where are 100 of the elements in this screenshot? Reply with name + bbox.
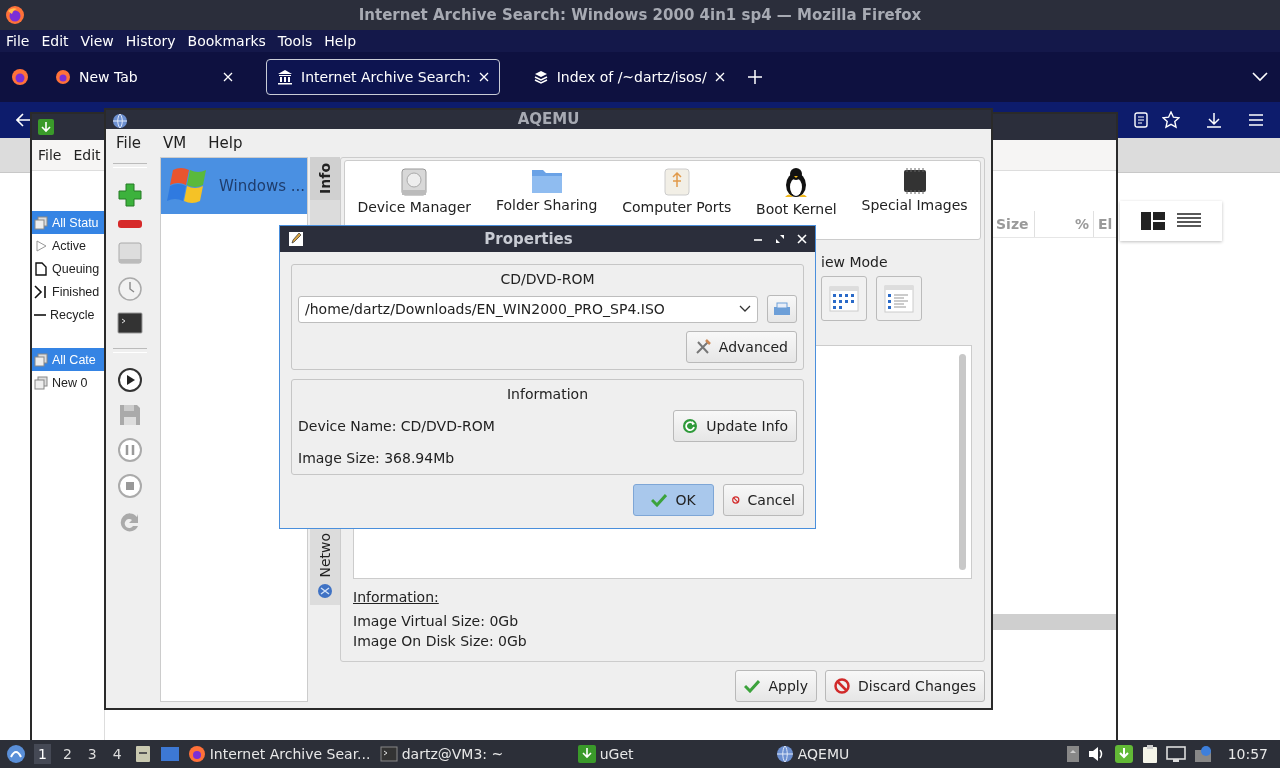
- feature-button[interactable]: Boot Kernel: [756, 167, 837, 217]
- feature-button[interactable]: Special Images: [861, 167, 968, 213]
- ok-button[interactable]: OK: [633, 484, 714, 516]
- download-icon: [577, 745, 596, 763]
- dialog-title: Properties: [483, 230, 574, 248]
- grid-icon: [829, 285, 859, 312]
- no-entry-icon: [834, 678, 850, 694]
- workspace-button[interactable]: 2: [58, 744, 76, 764]
- clipboard-icon[interactable]: [1141, 744, 1158, 764]
- discard-button[interactable]: Discard Changes: [825, 670, 985, 702]
- menu-item[interactable]: History: [125, 33, 188, 49]
- firefox-icon[interactable]: [10, 67, 30, 87]
- back-icon[interactable]: [16, 113, 32, 127]
- notification-icon[interactable]: [1193, 745, 1212, 763]
- browser-tab[interactable]: New Tab: [44, 59, 244, 95]
- check-icon: [744, 679, 761, 693]
- stop-icon[interactable]: [117, 473, 143, 499]
- menu-item[interactable]: View: [80, 33, 126, 49]
- close-icon[interactable]: [223, 72, 233, 82]
- plus-icon[interactable]: [117, 182, 143, 208]
- group-heading: CD/DVD-ROM: [500, 271, 595, 287]
- globe-icon: [112, 113, 128, 129]
- download-icon[interactable]: [1113, 744, 1134, 764]
- scrollbar[interactable]: [959, 354, 966, 570]
- cancel-button[interactable]: Cancel: [723, 484, 804, 516]
- window-title: AQEMU: [517, 110, 580, 129]
- menu-item[interactable]: File: [6, 33, 42, 49]
- menu-item[interactable]: VM: [163, 133, 187, 152]
- stack-icon: [34, 352, 48, 367]
- maximize-icon[interactable]: [775, 234, 785, 244]
- caret-icon: [739, 305, 751, 313]
- menu-item[interactable]: File: [38, 147, 62, 163]
- star-icon[interactable]: [1162, 111, 1180, 129]
- desktop-icon[interactable]: [159, 745, 180, 763]
- status-item[interactable]: Finished: [32, 280, 104, 303]
- menu-item[interactable]: File: [116, 133, 142, 152]
- browser-tab[interactable]: Internet Archive Search:: [266, 59, 500, 95]
- scrollbar[interactable]: [993, 614, 1116, 630]
- file-cabinet-icon[interactable]: [133, 745, 152, 763]
- browser-tab[interactable]: Index of /~dartz/isos/: [521, 59, 736, 95]
- workspace-button[interactable]: 4: [108, 744, 126, 764]
- close-icon[interactable]: [478, 72, 489, 82]
- feature-button[interactable]: Folder Sharing: [495, 167, 598, 213]
- chevron-icon[interactable]: [1252, 72, 1268, 82]
- task-button[interactable]: dartz@VM3: ~: [379, 746, 570, 762]
- usb-drive-icon: [661, 167, 692, 197]
- advanced-button[interactable]: Advanced: [685, 331, 797, 363]
- network-icon[interactable]: [1165, 745, 1186, 763]
- status-item[interactable]: All Statu: [32, 211, 104, 234]
- play-icon[interactable]: [117, 367, 143, 393]
- side-tab[interactable]: Info: [310, 157, 340, 200]
- menu-item[interactable]: Edit: [73, 147, 101, 163]
- menu-item[interactable]: Help: [208, 133, 243, 152]
- close-icon[interactable]: [714, 72, 725, 82]
- browse-button[interactable]: [767, 295, 797, 323]
- start-icon[interactable]: [6, 744, 26, 764]
- task-button[interactable]: uGet: [577, 745, 768, 763]
- add-icon[interactable]: [747, 70, 762, 84]
- firefox-icon: [5, 5, 25, 25]
- reader-icon[interactable]: [1134, 112, 1148, 128]
- tiles-icon[interactable]: [1141, 212, 1165, 230]
- menu-item[interactable]: Edit: [41, 33, 81, 49]
- workspace-button[interactable]: 3: [83, 744, 101, 764]
- minus-icon[interactable]: [117, 218, 143, 230]
- device-name: Device Name: CD/DVD-ROM: [298, 418, 495, 434]
- menu-icon[interactable]: [1248, 113, 1264, 127]
- window-title: Internet Archive Search: Windows 2000 4in1 sp4 — Mozilla Firefox: [358, 6, 922, 24]
- dash-icon: [34, 313, 46, 316]
- feature-button[interactable]: Computer Ports: [622, 167, 732, 215]
- terminal-icon[interactable]: [117, 312, 143, 334]
- update-info-button[interactable]: Update Info: [673, 410, 797, 442]
- info-heading: Information:: [353, 589, 439, 605]
- pause-icon[interactable]: [117, 437, 143, 463]
- path-combo[interactable]: /home/dartz/Downloads/EN_WIN2000_PRO_SP4.ISO: [298, 295, 758, 323]
- close-icon[interactable]: [797, 234, 807, 244]
- list-icon[interactable]: [1177, 213, 1201, 229]
- category-item[interactable]: New 0: [32, 371, 104, 394]
- info-text: Image Virtual Size: 0Gb: [353, 613, 519, 629]
- menu-item[interactable]: Bookmarks: [187, 33, 278, 49]
- task-button[interactable]: Internet Archive Sear...: [187, 745, 372, 763]
- category-item[interactable]: All Cate: [32, 348, 104, 371]
- refresh-icon: [682, 418, 699, 434]
- workspace-button[interactable]: 1: [34, 744, 51, 764]
- menu-item[interactable]: Help: [324, 33, 369, 49]
- firefox-icon: [187, 745, 206, 763]
- folder-icon: [530, 167, 563, 195]
- apply-button[interactable]: Apply: [735, 670, 817, 702]
- stack-icon: [34, 375, 48, 390]
- download-icon: [38, 119, 54, 135]
- icon-view-button[interactable]: [821, 276, 867, 321]
- list-icon: [884, 284, 914, 313]
- feature-button[interactable]: Device Manager: [357, 167, 472, 215]
- status-item[interactable]: Queuing: [32, 257, 104, 280]
- menu-item[interactable]: Tools: [277, 33, 325, 49]
- task-button[interactable]: AQEMU: [775, 745, 966, 763]
- status-item[interactable]: Active: [32, 234, 104, 257]
- tray-icon[interactable]: [1065, 745, 1080, 763]
- download-icon[interactable]: [1206, 112, 1222, 128]
- side-tab[interactable]: Netwo: [310, 527, 340, 605]
- status-item[interactable]: Recycle: [32, 303, 104, 326]
